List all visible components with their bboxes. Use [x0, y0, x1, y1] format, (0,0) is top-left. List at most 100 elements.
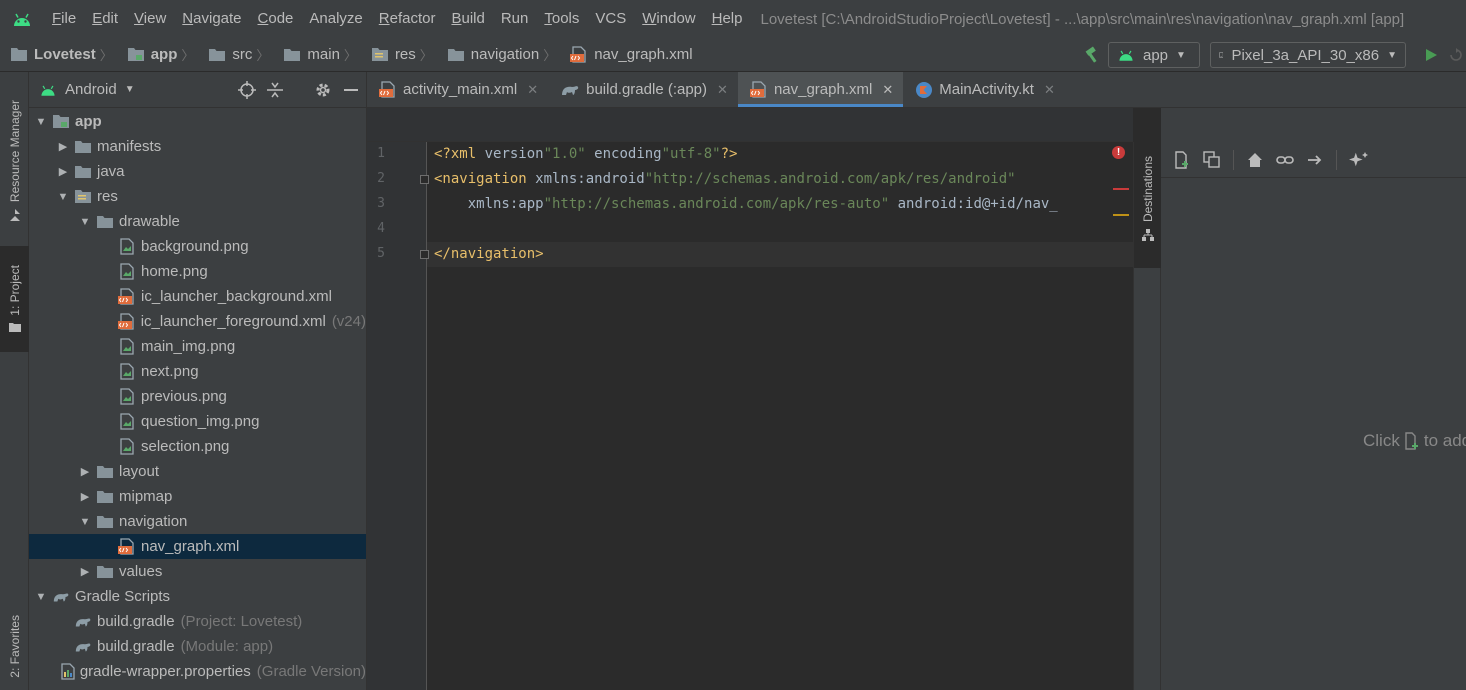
collapse-arrow-icon[interactable]: ▶: [77, 465, 93, 478]
code-line[interactable]: <navigation xmlns:android"http://schemas…: [434, 167, 1016, 192]
editor-tab[interactable]: build.gradle (:app) ✕: [548, 72, 738, 107]
menu-item[interactable]: Build: [443, 0, 492, 38]
code-line[interactable]: </navigation>: [434, 242, 544, 267]
tree-item[interactable]: ▶ manifests: [29, 134, 366, 159]
tree-item[interactable]: ▼ res: [29, 184, 366, 209]
breadcrumb-item[interactable]: app 〉: [117, 38, 199, 72]
fold-marker-icon[interactable]: [420, 175, 429, 184]
error-stripe-mark[interactable]: [1113, 188, 1129, 190]
code-line[interactable]: xmlns:app"http://schemas.android.com/apk…: [434, 192, 1058, 217]
editor-tab[interactable]: nav_graph.xml ✕: [737, 72, 904, 107]
close-icon[interactable]: ✕: [1044, 82, 1055, 98]
editor-tab[interactable]: MainActivity.kt ✕: [903, 72, 1065, 107]
tree-item[interactable]: previous.png: [29, 384, 366, 409]
menu-item[interactable]: View: [126, 0, 174, 38]
close-icon[interactable]: ✕: [717, 82, 728, 98]
tree-item[interactable]: build.gradle (Project: Lovetest): [29, 609, 366, 634]
tree-item[interactable]: gradle-wrapper.properties (Gradle Version…: [29, 659, 366, 684]
minimize-icon[interactable]: [342, 81, 360, 99]
tree-item[interactable]: ▶ values: [29, 559, 366, 584]
tree-item-label: build.gradle: [97, 613, 175, 630]
breadcrumb-item[interactable]: src 〉: [198, 38, 273, 72]
close-icon[interactable]: ✕: [882, 82, 893, 98]
tree-item[interactable]: ▼ app: [29, 109, 366, 134]
new-destination-icon: [1405, 432, 1418, 450]
run-config-selector[interactable]: app ▼: [1108, 42, 1200, 68]
breadcrumb-item[interactable]: nav_graph.xml: [560, 38, 696, 72]
project-view-selector[interactable]: Android: [65, 81, 117, 98]
collapse-arrow-icon[interactable]: ▶: [77, 490, 93, 503]
menu-item[interactable]: Navigate: [174, 0, 249, 38]
chevron-down-icon[interactable]: ▼: [125, 84, 135, 95]
warning-stripe-mark[interactable]: [1113, 214, 1129, 216]
menu-item[interactable]: Tools: [536, 0, 587, 38]
tree-item[interactable]: selection.png: [29, 434, 366, 459]
tree-item[interactable]: ▶ java: [29, 159, 366, 184]
expand-arrow-icon[interactable]: ▼: [77, 216, 93, 228]
gear-icon[interactable]: [314, 81, 332, 99]
locate-icon[interactable]: [238, 81, 256, 99]
error-indicator-icon[interactable]: !: [1112, 146, 1125, 159]
favorites-tab[interactable]: 2: Favorites: [0, 602, 29, 690]
tree-item[interactable]: ic_launcher_background.xml: [29, 284, 366, 309]
menu-item[interactable]: File: [44, 0, 84, 38]
breadcrumb-item[interactable]: res 〉: [361, 38, 437, 72]
tree-item[interactable]: background.png: [29, 234, 366, 259]
resource-manager-tab[interactable]: Resource Manager: [0, 86, 29, 236]
tree-item[interactable]: ▶ mipmap: [29, 484, 366, 509]
tree-item-label: build.gradle: [97, 638, 175, 655]
tree-item[interactable]: nav_graph.xml: [29, 534, 366, 559]
collapse-arrow-icon[interactable]: ▶: [55, 165, 71, 178]
tree-item[interactable]: build.gradle (Module: app): [29, 634, 366, 659]
tree-item[interactable]: ▼ drawable: [29, 209, 366, 234]
tree-item[interactable]: next.png: [29, 359, 366, 384]
menu-item[interactable]: Code: [250, 0, 302, 38]
folder-icon: [283, 48, 301, 62]
menu-item[interactable]: Edit: [84, 0, 126, 38]
breadcrumb-item[interactable]: navigation 〉: [437, 38, 560, 72]
auto-arrange-icon[interactable]: [1349, 151, 1369, 169]
folder-icon: [208, 48, 226, 62]
expand-arrow-icon[interactable]: ▼: [33, 116, 49, 128]
breadcrumb-item[interactable]: main 〉: [273, 38, 361, 72]
link-icon[interactable]: [1276, 151, 1294, 169]
menu-item[interactable]: Analyze: [301, 0, 370, 38]
expand-arrow-icon[interactable]: ▼: [55, 191, 71, 203]
tree-item[interactable]: main_img.png: [29, 334, 366, 359]
code-line[interactable]: <?xml version"1.0" encoding"utf-8"?>: [434, 142, 737, 167]
xml-file-icon: [118, 538, 136, 556]
tree-item[interactable]: ▼ Gradle Scripts: [29, 584, 366, 609]
breadcrumb-item[interactable]: Lovetest 〉: [0, 38, 117, 72]
collapse-all-icon[interactable]: [266, 81, 284, 99]
action-arrow-icon[interactable]: [1306, 151, 1324, 169]
fold-marker-icon[interactable]: [420, 250, 429, 259]
menu-item[interactable]: Help: [704, 0, 751, 38]
destinations-tab[interactable]: Destinations: [1134, 142, 1162, 268]
menu-item[interactable]: Run: [493, 0, 537, 38]
home-icon[interactable]: [1246, 151, 1264, 169]
code-editor[interactable]: 1 2 3 4 5 <?xml version"1.0" encoding"ut…: [367, 108, 1133, 690]
collapse-arrow-icon[interactable]: ▶: [55, 140, 71, 153]
editor-tab[interactable]: activity_main.xml ✕: [367, 72, 548, 107]
close-icon[interactable]: ✕: [527, 82, 538, 98]
apply-changes-icon[interactable]: [1446, 40, 1466, 70]
tree-item[interactable]: question_img.png: [29, 409, 366, 434]
menu-item[interactable]: Refactor: [371, 0, 444, 38]
tree-item[interactable]: home.png: [29, 259, 366, 284]
project-tab[interactable]: 1: Project: [0, 246, 29, 352]
collapse-arrow-icon[interactable]: ▶: [77, 565, 93, 578]
tree-item[interactable]: ▶ layout: [29, 459, 366, 484]
tree-item[interactable]: ▼ navigation: [29, 509, 366, 534]
run-play-icon[interactable]: [1416, 40, 1446, 70]
image-file-icon: [118, 413, 136, 431]
tree-item[interactable]: ic_launcher_foreground.xml (v24): [29, 309, 366, 334]
menu-item[interactable]: VCS: [587, 0, 634, 38]
menu-item[interactable]: Window: [634, 0, 703, 38]
expand-arrow-icon[interactable]: ▼: [33, 591, 49, 603]
build-hammer-icon[interactable]: [1078, 40, 1108, 70]
folder-icon: [96, 213, 114, 231]
new-destination-icon[interactable]: [1173, 150, 1191, 169]
expand-arrow-icon[interactable]: ▼: [77, 516, 93, 528]
device-selector[interactable]: Pixel_3a_API_30_x86 ▼: [1210, 42, 1406, 68]
nested-graph-icon[interactable]: [1203, 150, 1221, 169]
